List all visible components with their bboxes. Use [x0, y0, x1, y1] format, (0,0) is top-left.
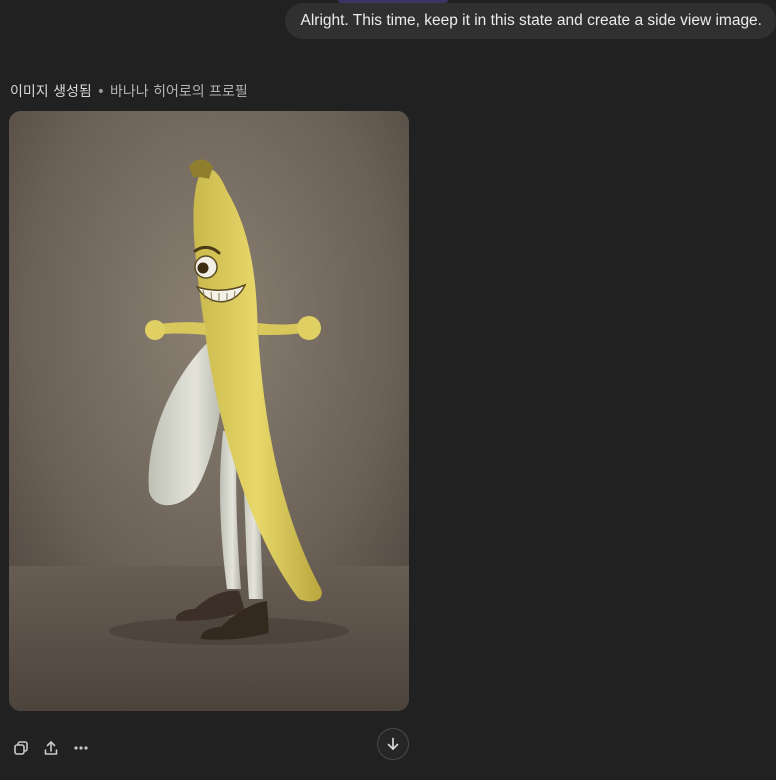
chat-page: Alright. This time, keep it in this stat… [0, 0, 776, 780]
share-icon[interactable] [38, 735, 64, 761]
image-action-bar [8, 735, 94, 761]
user-message-bubble: Alright. This time, keep it in this stat… [284, 3, 776, 39]
banana-hero-illustration [9, 111, 409, 711]
image-title: 바나나 히어로의 프로필 [110, 84, 248, 100]
user-message-text: Alright. This time, keep it in this stat… [300, 12, 763, 29]
download-button[interactable] [377, 728, 409, 760]
generated-image[interactable] [9, 111, 409, 711]
image-status-label: 이미지 생성됨 [10, 84, 92, 100]
copy-icon[interactable] [8, 735, 34, 761]
more-icon[interactable] [68, 735, 94, 761]
download-icon [387, 737, 399, 750]
image-generation-header: 이미지 생성됨 • 바나나 히어로의 프로필 [10, 81, 248, 101]
header-separator: • [96, 84, 105, 100]
